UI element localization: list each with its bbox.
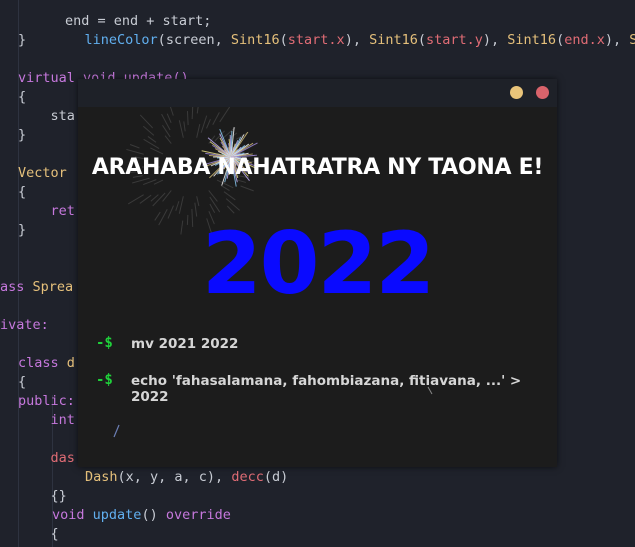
minimize-button[interactable] [510,86,523,99]
prompt-symbol: -$ [96,335,113,351]
new-year-window[interactable]: ARAHABA NAHATRATRA NY TAONA E! 2022 -$ m… [78,79,557,467]
firework-spark [169,107,174,116]
firework-spark [226,205,235,214]
firework-spark [175,201,180,211]
firework-spark [183,121,186,132]
code-line: } [18,222,27,238]
code-line: { [18,374,27,390]
firework-spark [139,114,154,129]
close-button[interactable] [536,86,549,99]
code-line: int [18,412,75,428]
code-line: { [18,89,27,105]
code-line: } [18,127,27,143]
firework-spark [206,118,211,129]
code-line: class d [18,355,75,371]
code-line: Vector [18,165,67,181]
firework-spark [196,123,201,138]
code-line: { [18,184,27,200]
code-line: Dash(x, y, a, c), decc(d) [85,469,289,485]
firework-spark [196,107,199,114]
firework-spark [147,136,157,143]
code-line: {} [18,488,67,504]
firework-spark [208,190,218,202]
firework-spark [186,111,189,126]
firework-spark [152,192,166,207]
window-content: ARAHABA NAHATRATRA NY TAONA E! 2022 -$ m… [78,107,557,467]
code-line: das [18,450,75,466]
code-line: } [18,32,27,48]
code-line: public: [18,393,75,409]
firework-spark [164,135,172,144]
firework-spark [150,147,164,155]
greeting-headline: ARAHABA NAHATRATRA NY TAONA E! [91,155,544,180]
code-line: end = end + start; [32,13,212,29]
code-line: lineColor(screen, Sint16(start.x), Sint1… [84,32,635,48]
firework-spark [214,130,225,142]
code-line: ivate: [0,317,49,333]
firework-spark [191,107,194,120]
firework-spark [219,107,231,123]
firework-spark [150,194,159,202]
command-text: echo 'fahasalamana, fahombiazana, fitiav… [131,373,522,405]
falling-spark [113,424,120,438]
firework-spark [209,203,216,214]
window-titlebar[interactable] [78,79,557,107]
firework-spark [220,185,230,192]
firework-spark [223,191,236,201]
firework-spark [196,196,200,207]
code-line: ret [18,203,75,219]
firework-spark [225,198,241,211]
code-line: sta [18,108,75,124]
firework-spark [178,196,184,214]
code-line: ass Sprea [0,279,74,295]
firework-spark [129,144,140,149]
firework-spark [209,196,221,213]
code-line: { [18,526,59,542]
firework-spark [153,179,164,185]
firework-spark [212,112,220,125]
firework-spark [126,148,144,155]
firework-spark [166,113,172,124]
code-line: void update() override [52,507,231,523]
command-text: mv 2021 2022 [131,336,239,352]
firework-spark [162,190,172,202]
firework-spark [240,185,254,192]
firework-spark [178,120,184,138]
year-display: 2022 [201,214,435,314]
firework-spark [143,138,160,149]
firework-spark [200,115,208,133]
prompt-symbol: -$ [96,372,113,388]
